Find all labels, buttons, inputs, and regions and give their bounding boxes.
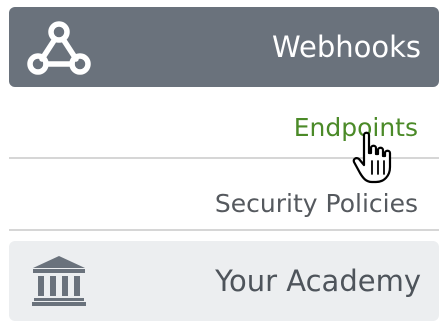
webhooks-header[interactable]: Webhooks — [9, 7, 439, 87]
webhooks-title: Webhooks — [272, 30, 421, 64]
your-academy-item[interactable]: Your Academy — [9, 241, 439, 321]
hand-pointer-cursor — [352, 131, 392, 184]
bank-icon — [32, 256, 86, 306]
webhook-icon — [27, 21, 91, 75]
your-academy-title: Your Academy — [215, 264, 421, 298]
